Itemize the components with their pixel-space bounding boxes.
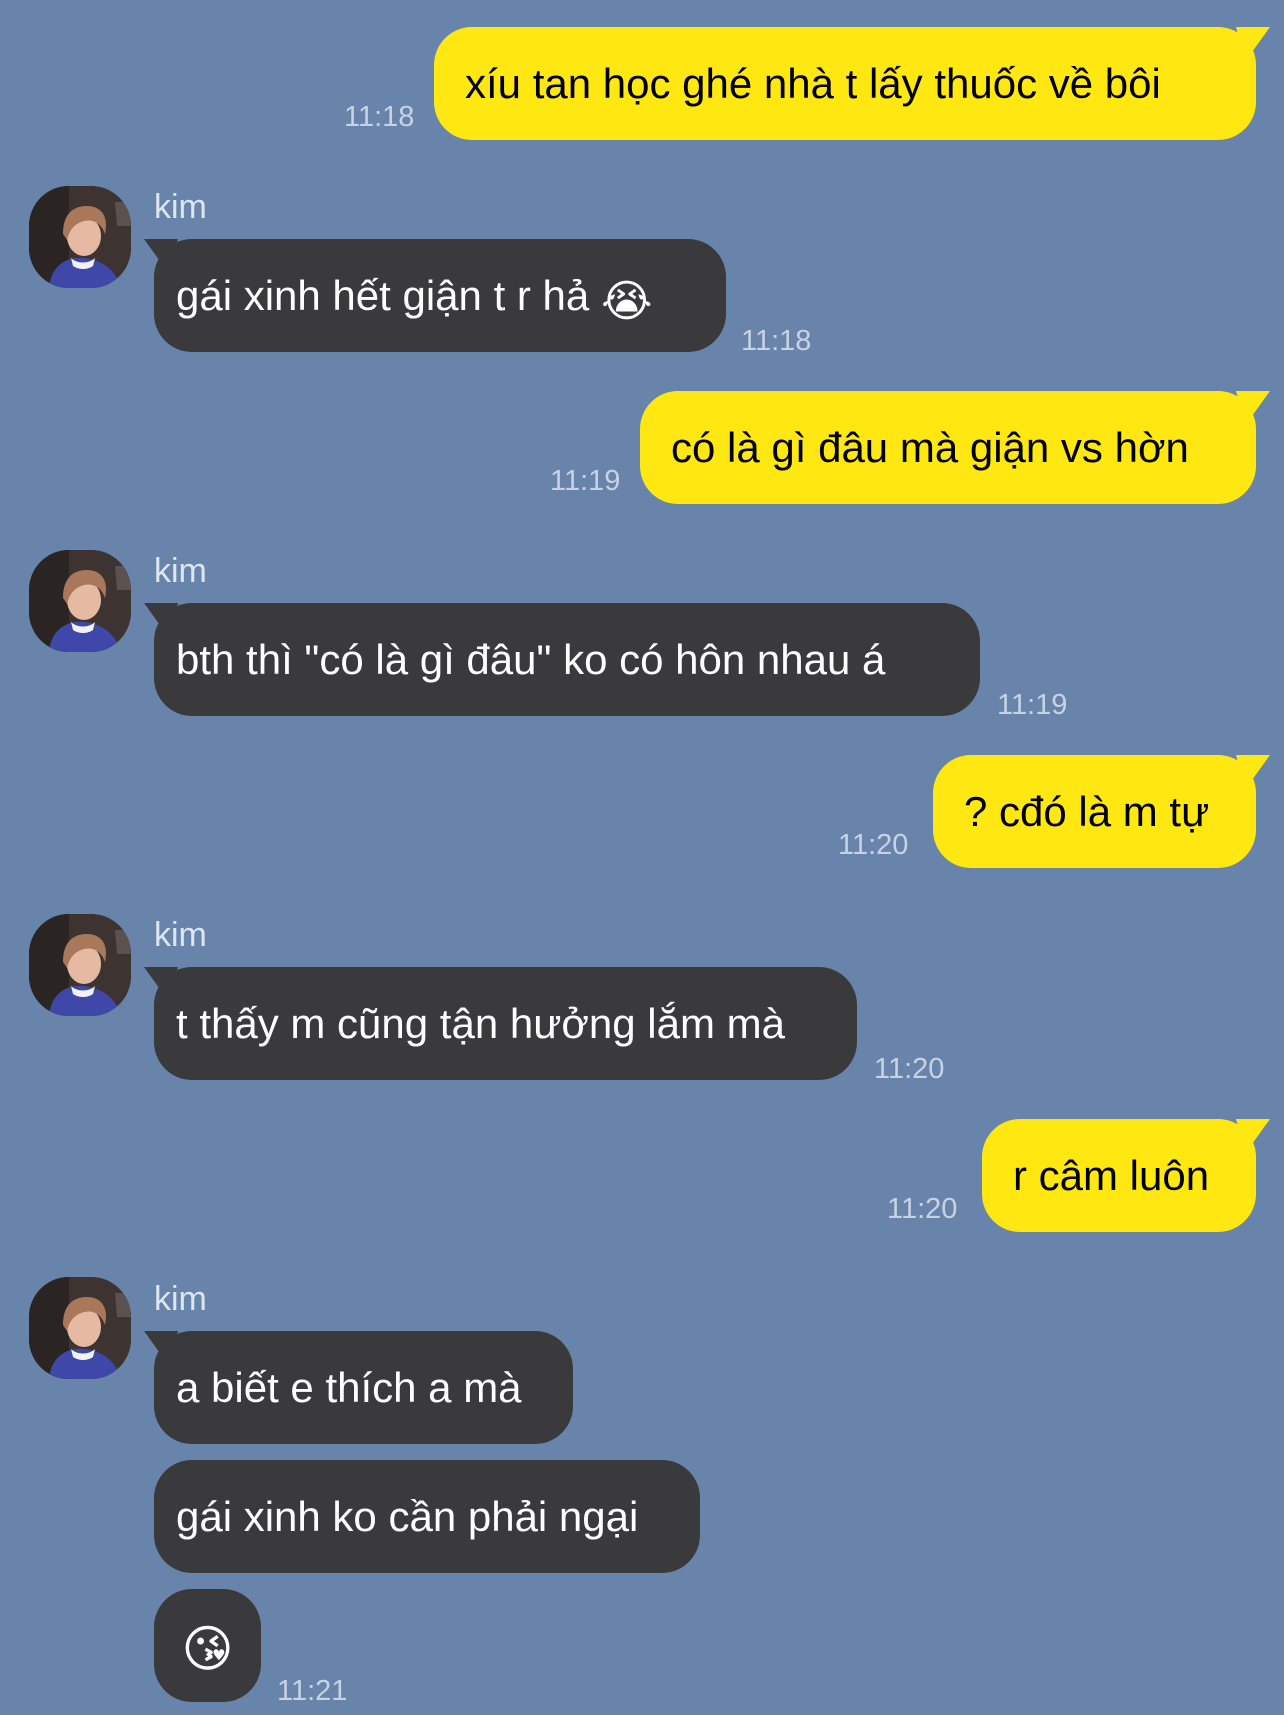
message-text: có là gì đâu mà giận vs hờn	[671, 424, 1189, 471]
contact-portrait	[29, 186, 131, 288]
outgoing-message[interactable]: r câm luôn	[982, 1119, 1256, 1232]
message-time: 11:18	[741, 325, 812, 357]
incoming-message[interactable]: gái xinh hết giận t r hả 😭	[154, 239, 726, 352]
message-time: 11:19	[997, 689, 1068, 721]
incoming-message[interactable]: 😘	[154, 1589, 261, 1702]
loudly-crying-emoji: 😭	[600, 276, 653, 327]
incoming-message[interactable]: t thấy m cũng tận hưởng lắm mà	[154, 967, 857, 1080]
message-text: a biết e thích a mà	[176, 1364, 522, 1411]
outgoing-message[interactable]: ? cđó là m tự	[933, 755, 1256, 868]
message-text: gái xinh hết giận t r hả	[176, 272, 590, 319]
message-time: 11:20	[887, 1193, 958, 1225]
kissing-face-emoji: 😘	[181, 1620, 234, 1678]
chat-thread[interactable]: xíu tan học ghé nhà t lấy thuốc về bôi 1…	[0, 0, 1284, 1715]
message-time: 11:19	[550, 465, 621, 497]
avatar[interactable]	[29, 914, 131, 1016]
message-time: 11:20	[874, 1053, 945, 1085]
contact-portrait	[29, 914, 131, 1016]
sender-name: kim	[154, 1280, 207, 1318]
message-text: xíu tan học ghé nhà t lấy thuốc về bôi	[465, 60, 1161, 107]
incoming-message[interactable]: gái xinh ko cần phải ngại	[154, 1460, 700, 1573]
message-text: bth thì "có là gì đâu" ko có hôn nhau á	[176, 636, 886, 683]
outgoing-message[interactable]: có là gì đâu mà giận vs hờn	[640, 391, 1256, 504]
contact-portrait	[29, 1277, 131, 1379]
sender-name: kim	[154, 188, 207, 226]
sender-name: kim	[154, 916, 207, 954]
message-text: gái xinh ko cần phải ngại	[176, 1493, 639, 1540]
sender-name: kim	[154, 552, 207, 590]
incoming-message[interactable]: a biết e thích a mà	[154, 1331, 573, 1444]
avatar[interactable]	[29, 550, 131, 652]
outgoing-message[interactable]: xíu tan học ghé nhà t lấy thuốc về bôi	[434, 27, 1256, 140]
message-text: ? cđó là m tự	[964, 788, 1210, 835]
message-time: 11:18	[344, 101, 415, 133]
message-text: t thấy m cũng tận hưởng lắm mà	[176, 1000, 785, 1047]
message-time: 11:21	[277, 1675, 348, 1707]
avatar[interactable]	[29, 186, 131, 288]
avatar[interactable]	[29, 1277, 131, 1379]
contact-portrait	[29, 550, 131, 652]
message-text: r câm luôn	[1013, 1152, 1210, 1199]
message-time: 11:20	[838, 829, 909, 861]
incoming-message[interactable]: bth thì "có là gì đâu" ko có hôn nhau á	[154, 603, 980, 716]
